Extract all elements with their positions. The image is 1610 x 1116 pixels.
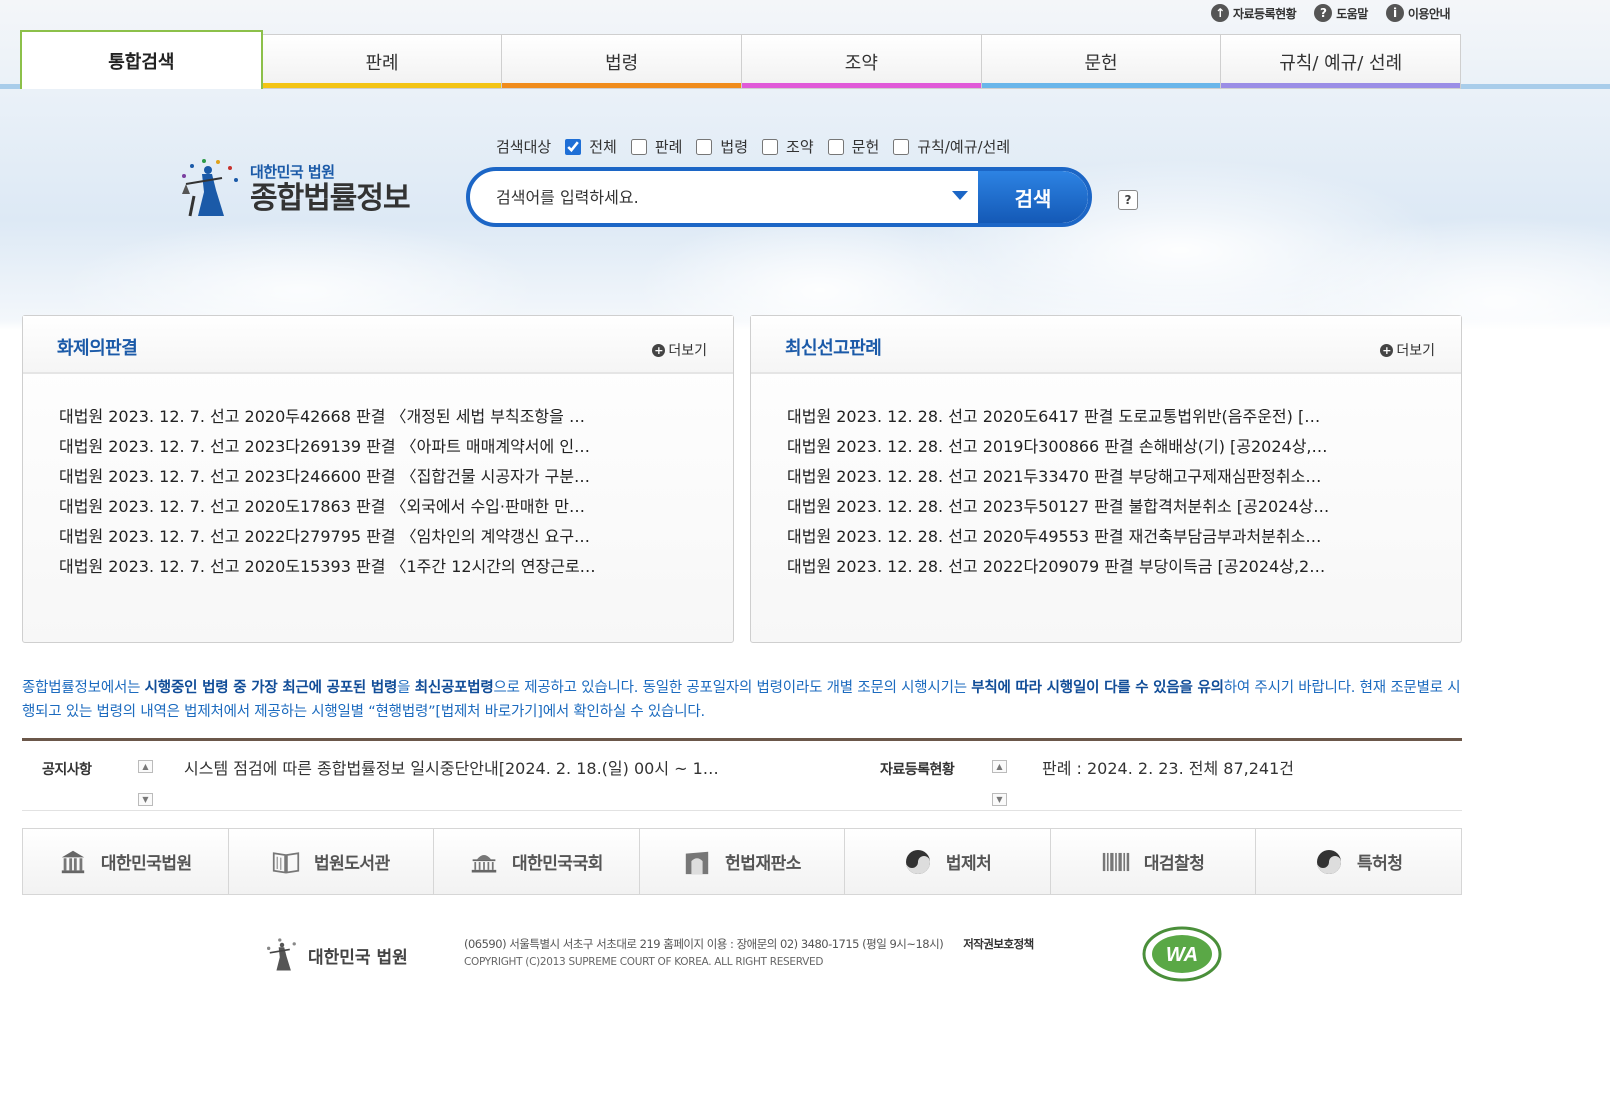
related-sites: 대한민국법원 법원도서관 대한민국국회 헌법재판소 법제처 대검찰청 특허청: [22, 828, 1462, 895]
site-link-prosecution[interactable]: 대검찰청: [1051, 829, 1257, 894]
list-item[interactable]: 대법원 2023. 12. 28. 선고 2020두49553 판결 재건축부담…: [787, 522, 1423, 552]
panel-title: 최신선고판례: [785, 338, 882, 359]
constitutional-court-icon: [683, 848, 711, 876]
site-link-assembly[interactable]: 대한민국국회: [434, 829, 640, 894]
registration-prev-button[interactable]: ▲: [992, 760, 1007, 773]
topical-rulings-list: 대법원 2023. 12. 7. 선고 2020두42668 판결 〈개정된 세…: [23, 374, 733, 582]
target-checkbox-literature[interactable]: [827, 138, 844, 155]
list-item[interactable]: 대법원 2023. 12. 28. 선고 2022다209079 판결 부당이득…: [787, 552, 1423, 582]
search-target-options: 검색대상 전체 판례 법령 조약 문헌 규칙/예규/선례: [496, 138, 1011, 156]
site-logo[interactable]: 대한민국 법원 종합법률정보: [172, 156, 411, 220]
notice-label: 공지사항: [42, 762, 92, 778]
question-icon: ?: [1314, 4, 1333, 22]
list-item[interactable]: 대법원 2023. 12. 7. 선고 2023다246600 판결 〈집합건물…: [59, 462, 695, 492]
copyright-policy-link[interactable]: 저작권보호정책: [963, 937, 1034, 951]
footer-address: (06590) 서울특별시 서초구 서초대로 219 홈페이지 이용 : 장애문…: [464, 937, 1034, 951]
panel-title: 화제의판결: [57, 338, 138, 359]
logo-title: 종합법률정보: [250, 180, 411, 216]
court-building-icon: [59, 848, 87, 876]
tab-rules[interactable]: 규칙/ 예규/ 선례: [1221, 34, 1462, 89]
tab-literature[interactable]: 문헌: [981, 34, 1222, 89]
target-checkbox-rules[interactable]: [893, 138, 910, 155]
registration-text[interactable]: 판례 : 2024. 2. 23. 전체 87,241건: [1042, 755, 1442, 779]
main-tabs: 통합검색 판례 법령 조약 문헌 규칙/ 예규/ 선례: [20, 30, 1462, 89]
registration-next-button[interactable]: ▼: [992, 793, 1007, 806]
list-item[interactable]: 대법원 2023. 12. 7. 선고 2023다269139 판결 〈아파트 …: [59, 432, 695, 462]
tab-color-bar: [981, 83, 1221, 88]
list-item[interactable]: 대법원 2023. 12. 7. 선고 2020두42668 판결 〈개정된 세…: [59, 402, 695, 432]
target-checkbox-all[interactable]: [565, 138, 582, 155]
search-help-icon[interactable]: ?: [1118, 190, 1138, 210]
util-registration-link[interactable]: ↑ 자료등록현황: [1210, 4, 1297, 22]
statute-info-text: 종합법률정보에서는 시행중인 법령 중 가장 최근에 공포된 법령을 최신공포법…: [22, 680, 1461, 720]
tab-precedents[interactable]: 판례: [262, 34, 503, 89]
tab-integrated-search[interactable]: 통합검색: [20, 30, 263, 89]
site-link-library[interactable]: 법원도서관: [229, 829, 435, 894]
site-link-patent-office[interactable]: 특허청: [1256, 829, 1461, 894]
site-link-court[interactable]: 대한민국법원: [23, 829, 229, 894]
more-button[interactable]: + 더보기: [652, 340, 707, 360]
logo-subtitle: 대한민국 법원: [250, 162, 335, 181]
site-link-constitutional-court[interactable]: 헌법재판소: [640, 829, 846, 894]
tab-color-bar: [1221, 83, 1461, 88]
logo-text: 대한민국 법원 종합법률정보: [250, 161, 411, 216]
search-input[interactable]: [496, 183, 936, 211]
web-accessibility-badge-icon: WA: [1142, 926, 1222, 982]
tab-color-bar: [262, 83, 502, 88]
utility-links: ↑ 자료등록현황 ? 도움말 i 이용안내: [1210, 4, 1451, 22]
search-box: 검색: [466, 167, 1092, 227]
prosecution-bars-icon: [1102, 848, 1130, 876]
plus-icon: +: [652, 343, 666, 357]
svg-text:WA: WA: [1166, 944, 1198, 966]
panel-header: 최신선고판례 + 더보기: [751, 316, 1461, 374]
util-guide-link[interactable]: i 이용안내: [1385, 4, 1451, 22]
more-button[interactable]: + 더보기: [1380, 340, 1435, 360]
list-item[interactable]: 대법원 2023. 12. 28. 선고 2023두50127 판결 불합격처분…: [787, 492, 1423, 522]
registration-label: 자료등록현황: [880, 762, 955, 778]
list-item[interactable]: 대법원 2023. 12. 28. 선고 2021두33470 판결 부당해고구…: [787, 462, 1423, 492]
justice-statue-icon: [182, 159, 238, 217]
target-checkbox-treaties[interactable]: [762, 138, 779, 155]
tab-color-bar: [502, 83, 742, 88]
footer-logo: 대한민국 법원: [262, 936, 408, 974]
latest-rulings-list: 대법원 2023. 12. 28. 선고 2020도6417 판결 도로교통법위…: [751, 374, 1461, 582]
info-icon: i: [1385, 4, 1404, 22]
book-icon: [272, 848, 300, 876]
latest-rulings-panel: 최신선고판례 + 더보기 대법원 2023. 12. 28. 선고 2020도64…: [750, 315, 1462, 643]
taegeuk-icon: [1315, 848, 1343, 876]
util-help-link[interactable]: ? 도움말: [1314, 4, 1368, 22]
site-link-legislation[interactable]: 법제처: [845, 829, 1051, 894]
notice-prev-button[interactable]: ▲: [138, 760, 153, 773]
panel-header: 화제의판결 + 더보기: [23, 316, 733, 374]
justice-statue-icon: [267, 938, 296, 971]
notice-next-button[interactable]: ▼: [138, 793, 153, 806]
target-checkbox-statutes[interactable]: [696, 138, 713, 155]
notices-bar: 공지사항 ▲ ▼ 시스템 점검에 따른 종합법률정보 일시중단안내[2024. …: [22, 741, 1462, 811]
taegeuk-icon: [904, 848, 932, 876]
list-item[interactable]: 대법원 2023. 12. 7. 선고 2022다279795 판결 〈임차인의…: [59, 522, 695, 552]
search-target-label: 검색대상: [496, 138, 552, 156]
tab-color-bar: [742, 83, 981, 88]
list-item[interactable]: 대법원 2023. 12. 7. 선고 2020도17863 판결 〈외국에서 …: [59, 492, 695, 522]
tab-treaties[interactable]: 조약: [742, 34, 982, 89]
target-checkbox-precedents[interactable]: [630, 138, 647, 155]
upload-icon: ↑: [1210, 4, 1229, 22]
topical-rulings-panel: 화제의판결 + 더보기 대법원 2023. 12. 7. 선고 2020두4266…: [22, 315, 734, 643]
notice-text[interactable]: 시스템 점검에 따른 종합법률정보 일시중단안내[2024. 2. 18.(일)…: [184, 755, 804, 779]
search-button[interactable]: 검색: [978, 171, 1088, 223]
footer: 대한민국 법원 (06590) 서울특별시 서초구 서초대로 219 홈페이지 …: [262, 926, 1262, 986]
tab-statutes[interactable]: 법령: [502, 34, 743, 89]
list-item[interactable]: 대법원 2023. 12. 28. 선고 2020도6417 판결 도로교통법위…: [787, 402, 1423, 432]
assembly-building-icon: [470, 848, 498, 876]
list-item[interactable]: 대법원 2023. 12. 7. 선고 2020도15393 판결 〈1주간 1…: [59, 552, 695, 582]
list-item[interactable]: 대법원 2023. 12. 28. 선고 2019다300866 판결 손해배상…: [787, 432, 1423, 462]
footer-copyright: COPYRIGHT (C)2013 SUPREME COURT OF KOREA…: [464, 956, 824, 968]
plus-icon: +: [1380, 343, 1394, 357]
chevron-down-icon[interactable]: [952, 191, 968, 200]
